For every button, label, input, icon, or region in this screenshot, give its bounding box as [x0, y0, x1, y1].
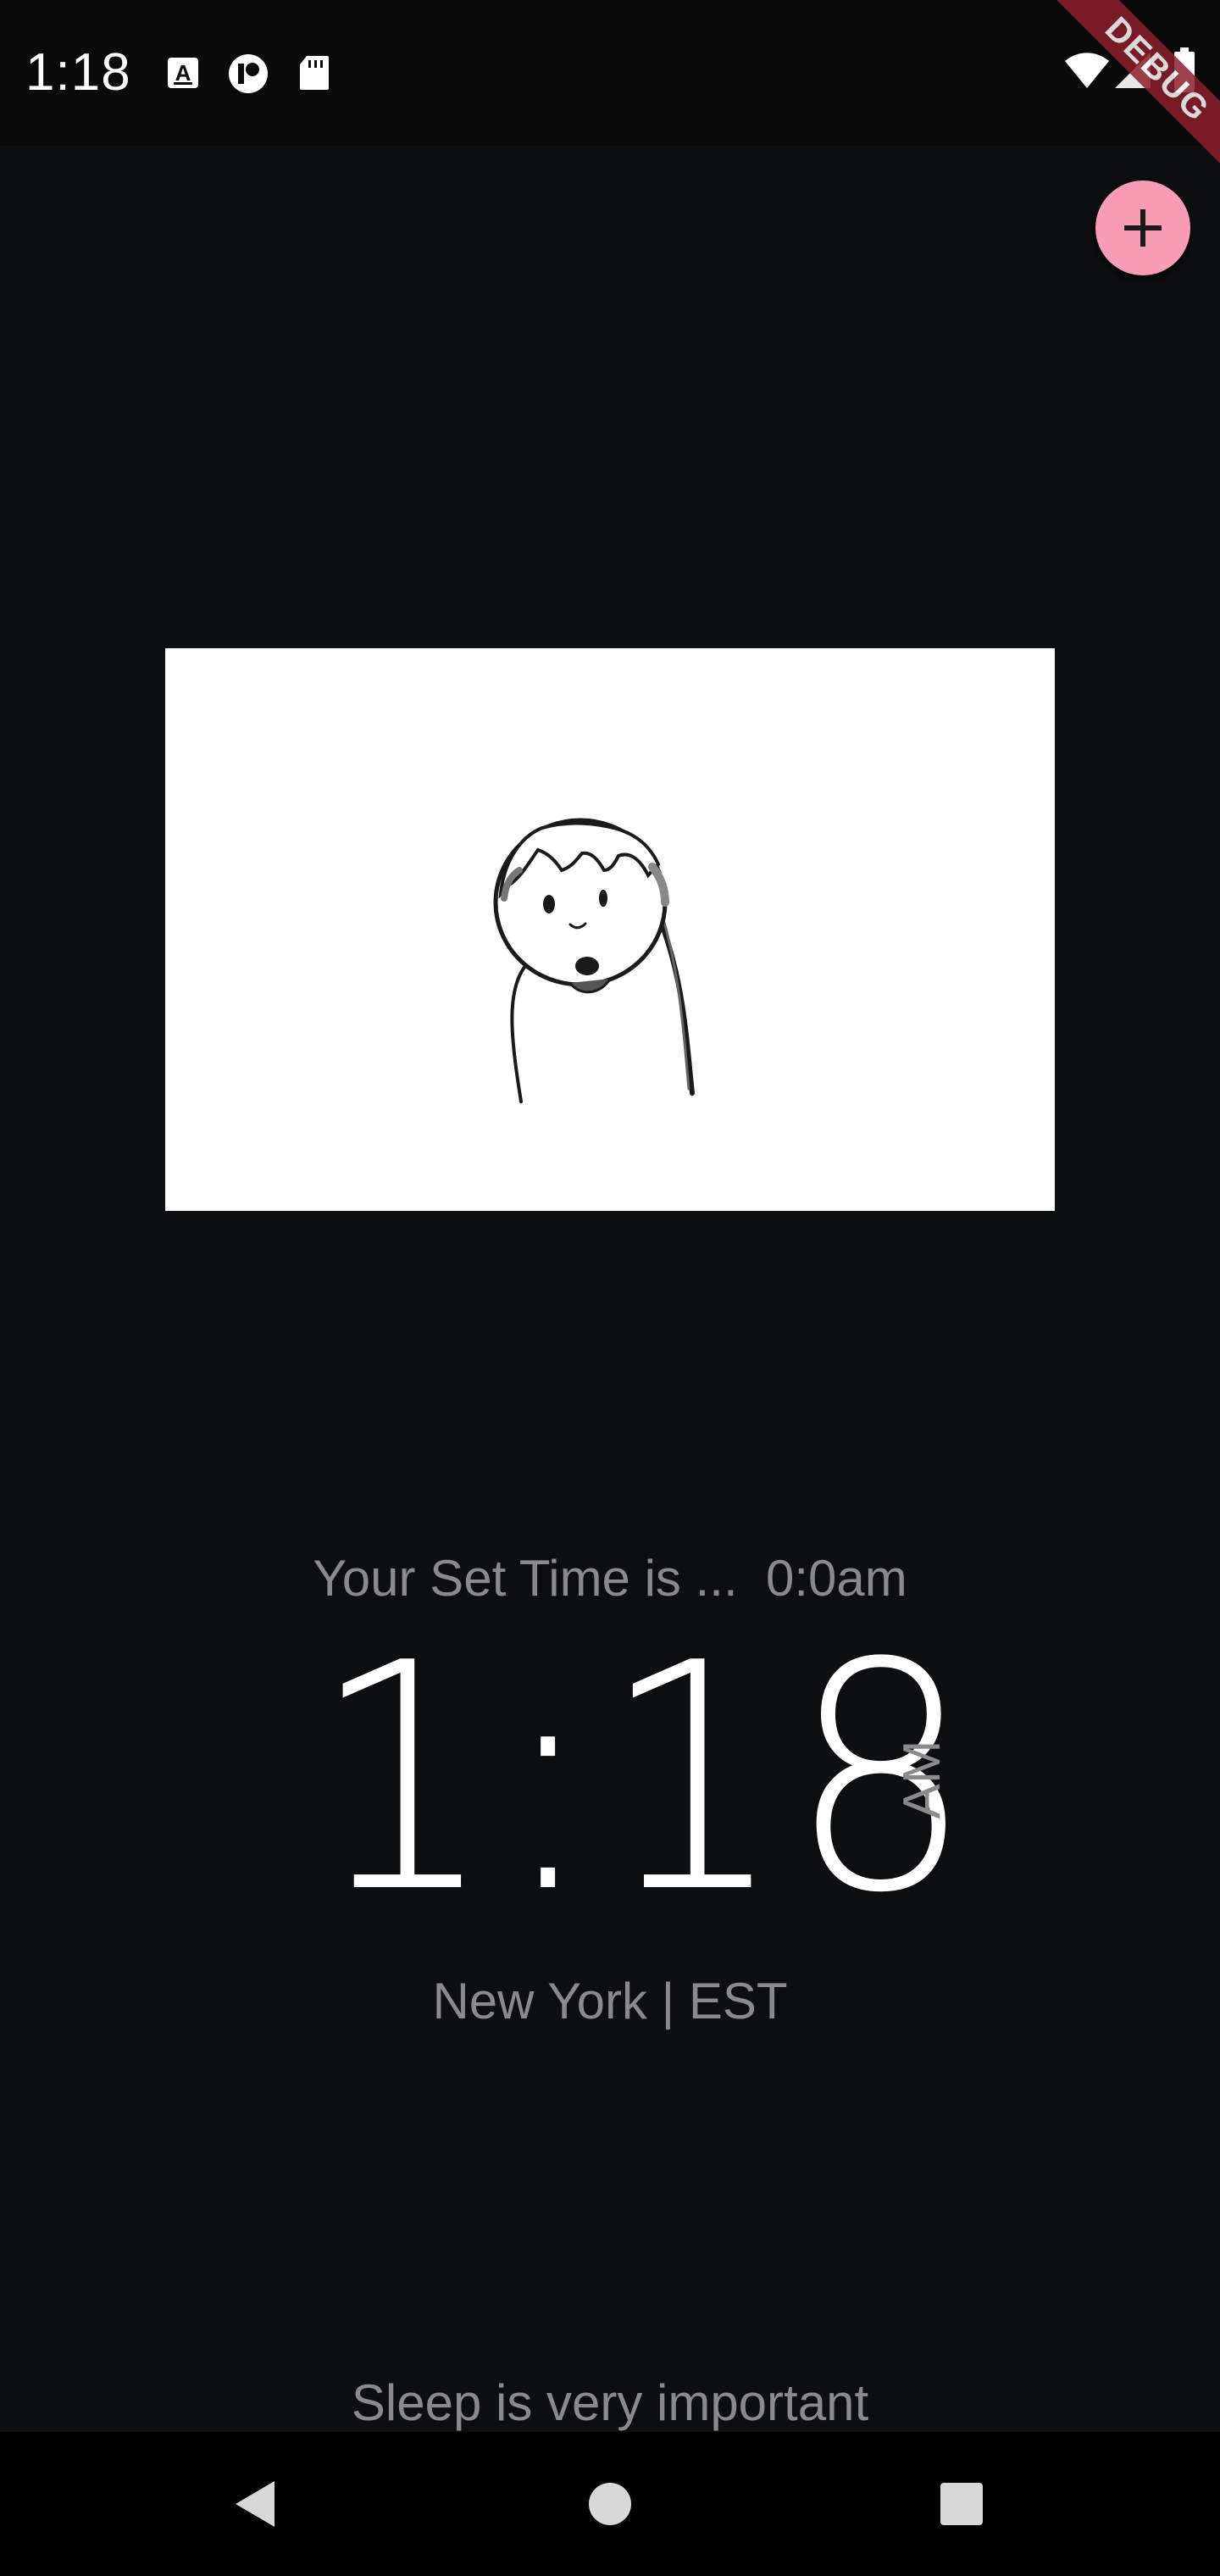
status-time: 1:18 — [25, 43, 131, 102]
system-navigation-bar — [0, 2432, 1220, 2576]
battery-icon — [1173, 47, 1196, 97]
nav-back-button[interactable] — [182, 2432, 326, 2576]
wifi-icon — [1063, 51, 1111, 94]
svg-text:A: A — [175, 60, 191, 86]
back-icon — [236, 2481, 274, 2527]
add-alarm-button[interactable] — [1095, 180, 1190, 275]
sd-card-icon — [298, 54, 330, 96]
illustration-image — [165, 648, 1055, 1211]
app-screen: 1:18 A DEBUG Your Set Time is ... 0:0am … — [0, 0, 1220, 2576]
cartoon-boy-illustration — [493, 818, 695, 1103]
recents-icon — [940, 2483, 983, 2525]
app-notification-icon — [227, 53, 269, 99]
plus-icon — [1124, 209, 1162, 247]
nav-home-button[interactable] — [538, 2432, 682, 2576]
sleep-message: Sleep is very important — [351, 2374, 869, 2431]
status-bar: 1:18 A — [0, 0, 1220, 146]
home-icon — [589, 2483, 631, 2525]
clock-location: New York | EST — [432, 1973, 788, 2029]
signal-icon — [1113, 51, 1152, 94]
clock-display: 1:18 AM — [0, 1597, 1220, 1962]
nav-recents-button[interactable] — [890, 2432, 1034, 2576]
keyboard-a-icon: A — [166, 56, 200, 94]
clock-period: AM — [893, 1740, 951, 1819]
clock-time: 1:18 — [311, 1597, 978, 1962]
